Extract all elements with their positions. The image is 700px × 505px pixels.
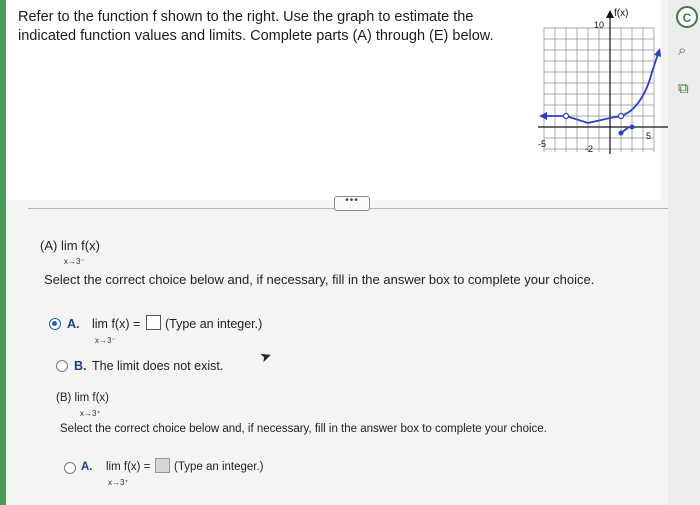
x-tick-right: 5	[646, 131, 651, 141]
part-a-option-a-hint: (Type an integer.)	[165, 317, 263, 331]
part-a-option-b-radio[interactable]	[56, 360, 68, 372]
external-link-icon[interactable]: ⧉	[678, 80, 689, 97]
function-label: f(x)	[614, 8, 628, 19]
y-tick-label: 10	[594, 20, 604, 30]
right-toolbar: C ⌕ ⧉	[668, 0, 700, 505]
mouse-cursor-icon: ➤	[257, 346, 274, 366]
part-a-instruction: Select the correct choice below and, if …	[44, 272, 595, 287]
part-a-answer-input[interactable]	[146, 315, 161, 330]
part-b-subscript: x→3⁺	[80, 409, 101, 418]
curve-arrow-up	[654, 48, 661, 57]
part-a-option-a-subscript: x→3⁻	[95, 336, 116, 345]
search-icon[interactable]: ⌕	[678, 42, 686, 59]
part-b-instruction: Select the correct choice below and, if …	[60, 423, 547, 435]
y-axis-arrow	[606, 10, 614, 18]
closed-point	[629, 124, 635, 130]
closed-point	[618, 130, 624, 136]
part-b-label: (B) lim f(x)	[56, 392, 110, 404]
question-intro: Refer to the function f shown to the rig…	[18, 9, 494, 44]
copyright-icon[interactable]: C	[676, 6, 698, 28]
curve-arrow-left	[539, 112, 547, 120]
part-a-option-a-radio[interactable]	[49, 318, 61, 330]
part-b-answer-input[interactable]	[155, 458, 170, 473]
part-a-label: (A) lim f(x)	[40, 238, 100, 253]
part-b-option-a-letter: A.	[81, 461, 93, 473]
open-point	[562, 112, 570, 120]
more-button[interactable]: •••	[334, 196, 370, 211]
x-tick-mid: -2	[585, 144, 593, 154]
part-b-option-a-hint: (Type an integer.)	[174, 461, 264, 473]
part-a-subscript: x→3⁻	[64, 257, 85, 266]
graph-grid	[543, 27, 655, 152]
part-b-option-a-radio[interactable]	[64, 462, 76, 474]
part-a-option-b-letter: B.	[74, 359, 87, 373]
part-a-option-a-lim: lim f(x) =	[92, 317, 141, 331]
part-a-option-a-letter: A.	[67, 317, 80, 331]
x-tick-left: -5	[538, 139, 546, 149]
part-b-option-a-subscript: x→3⁺	[108, 478, 129, 487]
open-point	[617, 112, 625, 120]
function-curve	[544, 53, 659, 134]
part-a-option-b-text: The limit does not exist.	[92, 359, 224, 373]
function-graph: f(x) 10 -5 -2 5 x	[538, 8, 688, 154]
part-b-option-a-lim: lim f(x) =	[106, 461, 151, 473]
